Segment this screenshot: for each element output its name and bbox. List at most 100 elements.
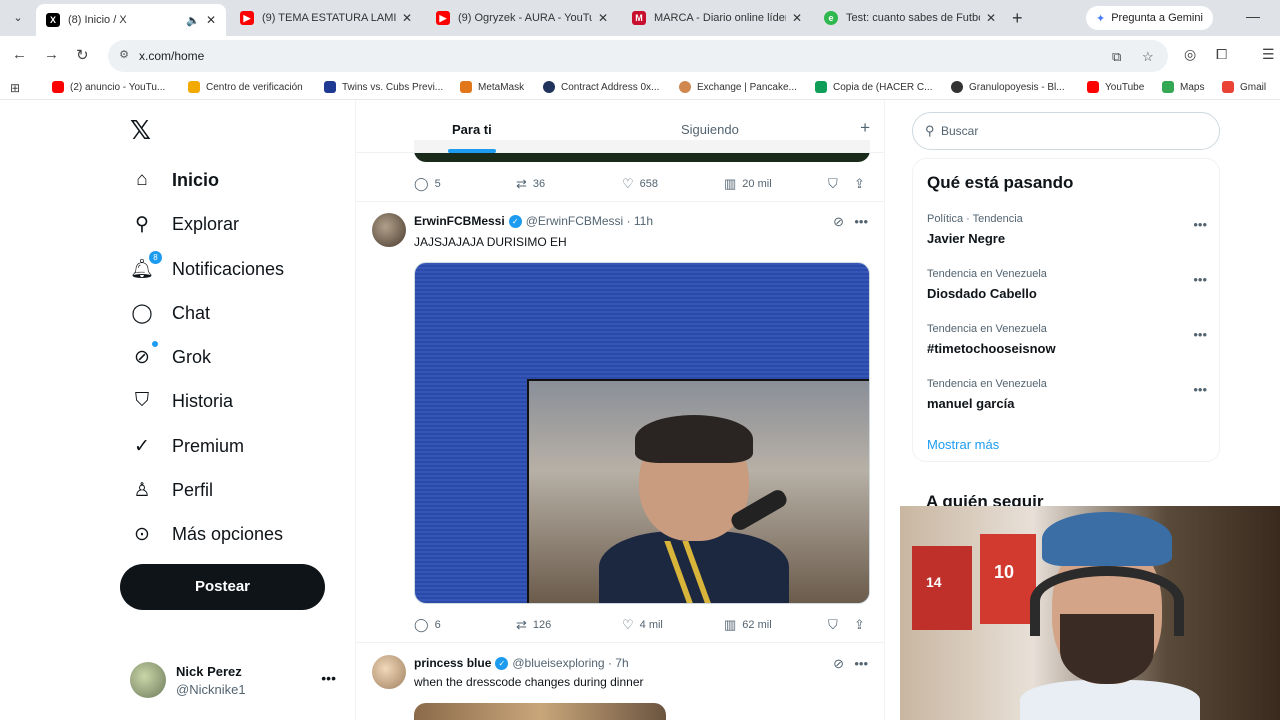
address-bar[interactable]: ⚙ x.com/home ⧉ ☆: [108, 40, 1168, 72]
repost-icon: ⇄: [516, 617, 527, 632]
bookmark-item[interactable]: Centro de verificación: [188, 81, 303, 93]
author-handle[interactable]: @ErwinFCBMessi · 11h: [526, 214, 653, 228]
tab-x-home[interactable]: X (8) Inicio / X 🔈 ✕: [36, 4, 226, 36]
sidebar-item-notificaciones[interactable]: 🔔︎ 8 Notificaciones: [130, 251, 284, 286]
framed-jersey: [912, 546, 972, 630]
extension-icon[interactable]: ◎: [1184, 46, 1196, 63]
more-dots-icon[interactable]: •••: [321, 670, 336, 686]
tab-title: Test: cuanto sabes de Futbol: [846, 12, 980, 24]
more-dots-icon[interactable]: •••: [1193, 382, 1207, 397]
apps-grid-icon[interactable]: ⊞: [10, 81, 20, 95]
grok-icon[interactable]: ⊘: [833, 656, 844, 672]
more-dots-icon[interactable]: •••: [1193, 272, 1207, 287]
bookmark-button[interactable]: ⛉: [828, 176, 838, 192]
forward-arrow-icon[interactable]: →: [44, 46, 59, 63]
close-icon[interactable]: ✕: [598, 11, 608, 25]
back-arrow-icon[interactable]: ←: [12, 46, 27, 63]
reply-button[interactable]: ◯ 6: [414, 617, 441, 633]
close-icon[interactable]: ✕: [986, 11, 996, 25]
x-logo-icon[interactable]: 𝕏: [130, 116, 151, 146]
author-name[interactable]: ErwinFCBMessi: [414, 214, 505, 228]
verified-badge-icon: ✓: [508, 214, 522, 228]
sidebar-item-inicio[interactable]: ⌂ Inicio: [130, 163, 219, 197]
like-button[interactable]: ♡ 658: [622, 176, 658, 192]
sidebar-item-premium[interactable]: ✓ Premium: [130, 429, 244, 463]
share-button[interactable]: ⇪: [854, 617, 865, 633]
tab-youtube-aura[interactable]: ▶ (9) Ogryzek - AURA - YouTu ✕: [426, 4, 618, 32]
post-media[interactable]: [414, 703, 666, 720]
grok-icon[interactable]: ⊘: [833, 214, 844, 230]
speaker-icon[interactable]: 🔈: [186, 14, 200, 27]
site-info-icon[interactable]: ⚙: [116, 48, 132, 64]
show-more-link[interactable]: Mostrar más: [927, 437, 999, 452]
more-dots-icon[interactable]: •••: [854, 656, 868, 671]
new-tab-button[interactable]: +: [1012, 8, 1023, 29]
reply-icon: ◯: [414, 617, 429, 632]
views-button[interactable]: ▥ 62 mil: [724, 617, 772, 633]
tab-title: MARCA - Diario online líder: [654, 12, 786, 24]
bookmark-item[interactable]: Gmail: [1222, 81, 1266, 93]
bookmark-item[interactable]: Exchange | Pancake...: [679, 81, 797, 93]
etherscan-icon: [543, 81, 555, 93]
tab-search-chevron-icon[interactable]: ⌄: [8, 9, 28, 27]
repost-button[interactable]: ⇄ 36: [516, 176, 545, 192]
bookmark-item[interactable]: (2) anuncio - YouTu...: [52, 81, 165, 93]
author-handle[interactable]: @blueisexploring · 7h: [512, 656, 628, 670]
add-feed-icon[interactable]: +: [860, 118, 870, 138]
account-switcher[interactable]: Nick Perez @Nicknike1 •••: [130, 660, 340, 700]
post-video[interactable]: [414, 262, 870, 604]
tab-siguiendo[interactable]: Siguiendo: [681, 122, 739, 137]
close-icon[interactable]: ✕: [792, 11, 802, 25]
sidebar-item-chat[interactable]: ◯ Chat: [130, 296, 210, 330]
reply-button[interactable]: ◯ 5: [414, 176, 441, 192]
more-dots-icon[interactable]: •••: [1193, 327, 1207, 342]
views-button[interactable]: ▥ 20 mil: [724, 176, 772, 192]
star-icon[interactable]: ☆: [1142, 49, 1154, 65]
close-icon[interactable]: ✕: [402, 11, 412, 25]
more-dots-icon[interactable]: •••: [854, 214, 868, 229]
trend-item[interactable]: Política · Tendencia Javier Negre •••: [927, 213, 1207, 253]
bookmark-button[interactable]: ⛉: [828, 617, 838, 633]
tab-para-ti[interactable]: Para ti: [452, 122, 492, 137]
avatar[interactable]: [372, 213, 406, 247]
bookmark-item[interactable]: YouTube: [1087, 81, 1144, 93]
trend-item[interactable]: Tendencia en Venezuela manuel garcía •••: [927, 378, 1207, 418]
new-dot: [152, 341, 158, 347]
like-button[interactable]: ♡ 4 mil: [622, 617, 663, 633]
bookmark-item[interactable]: Maps: [1162, 81, 1204, 93]
search-input[interactable]: ⚲ Buscar: [912, 112, 1220, 150]
tab-youtube-lamine[interactable]: ▶ (9) TEMA ESTATURA LAMINE ✕: [230, 4, 422, 32]
install-app-icon[interactable]: ⧉: [1112, 49, 1121, 65]
trend-item[interactable]: Tendencia en Venezuela Diosdado Cabello …: [927, 268, 1207, 308]
post-header: ErwinFCBMessi ✓ @ErwinFCBMessi · 11h: [414, 214, 653, 228]
sidebar-item-explorar[interactable]: ⚲ Explorar: [130, 207, 239, 241]
minimize-window-icon[interactable]: —: [1246, 8, 1260, 24]
bookmark-item[interactable]: Granulopoyesis - Bl...: [951, 81, 1065, 93]
sidebar-item-mas-opciones[interactable]: ⊙ Más opciones: [130, 517, 283, 551]
menu-icon[interactable]: ☰: [1262, 46, 1275, 63]
repost-icon: ⇄: [516, 176, 527, 191]
bookmark-item[interactable]: Contract Address 0x...: [543, 81, 659, 93]
post-text: JAJSJAJAJA DURISIMO EH: [414, 235, 567, 249]
post-divider: [356, 201, 884, 202]
tab-marca[interactable]: M MARCA - Diario online líder ✕: [622, 4, 812, 32]
share-button[interactable]: ⇪: [854, 176, 865, 192]
sidebar-item-grok[interactable]: ⊘ Grok: [130, 340, 211, 374]
tab-futbol-test[interactable]: e Test: cuanto sabes de Futbol ✕: [814, 4, 1006, 32]
author-name[interactable]: princess blue: [414, 656, 491, 670]
close-icon[interactable]: ✕: [206, 13, 216, 27]
puzzle-icon[interactable]: ⧠: [1216, 46, 1227, 63]
reload-icon[interactable]: ↻: [76, 46, 89, 64]
bookmark-item[interactable]: Twins vs. Cubs Previ...: [324, 81, 443, 93]
bookmark-item[interactable]: Copia de (HACER C...: [815, 81, 932, 93]
url-text[interactable]: x.com/home: [139, 49, 204, 63]
bookmark-item[interactable]: MetaMask: [460, 81, 524, 93]
trend-item[interactable]: Tendencia en Venezuela #timetochooseisno…: [927, 323, 1207, 363]
post-button[interactable]: Postear: [120, 564, 325, 610]
sidebar-item-perfil[interactable]: ♙ Perfil: [130, 473, 213, 507]
gemini-button[interactable]: ✦ Pregunta a Gemini: [1086, 6, 1213, 30]
sidebar-item-historia[interactable]: ⛉ Historia: [130, 384, 233, 418]
more-dots-icon[interactable]: •••: [1193, 217, 1207, 232]
repost-button[interactable]: ⇄ 126: [516, 617, 551, 633]
avatar[interactable]: [372, 655, 406, 689]
